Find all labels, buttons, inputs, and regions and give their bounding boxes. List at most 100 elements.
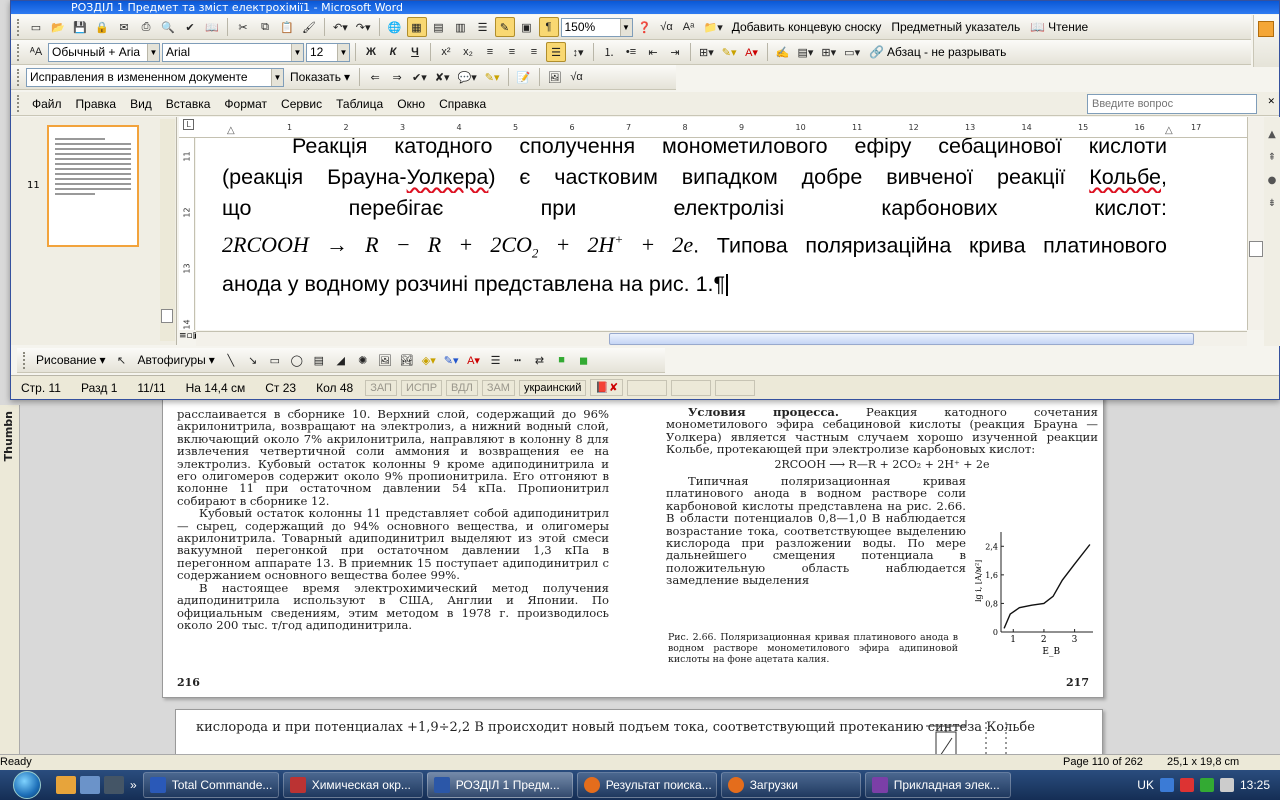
line-color-icon[interactable]: ✎▾ <box>441 350 462 370</box>
tray-network-icon[interactable] <box>1199 778 1214 792</box>
language-indicator[interactable]: украинский <box>518 379 587 396</box>
folder-icon[interactable]: 📁▾ <box>701 17 726 37</box>
zoom-select[interactable]: 150% ▼ <box>560 17 633 37</box>
start-button[interactable] <box>0 770 54 800</box>
open-icon[interactable]: 📂 <box>48 17 68 37</box>
accept-change-icon[interactable]: ✔▾ <box>409 67 430 87</box>
redo-icon[interactable]: ↷▾ <box>353 17 374 37</box>
add-endnote-button[interactable]: Добавить концевую сноску <box>728 20 886 34</box>
equation-editor-icon[interactable]: √α <box>567 67 587 87</box>
menu-table[interactable]: Таблица <box>330 95 389 113</box>
image-icon[interactable]: 🖼 <box>545 67 565 87</box>
drawing-menu-button[interactable]: Рисование ▾ <box>32 353 109 367</box>
document-vertical-scrollbar[interactable] <box>1247 117 1264 330</box>
dash-style-icon[interactable]: ┅ <box>508 350 528 370</box>
task-pdf-chemical[interactable]: Химическая окр... <box>282 772 423 798</box>
diagram-icon[interactable]: ✺ <box>353 350 373 370</box>
frame-icon[interactable]: ▭▾ <box>841 42 863 62</box>
menu-help[interactable]: Справка <box>433 95 492 113</box>
copy-icon[interactable]: ⧉ <box>255 17 275 37</box>
reject-change-icon[interactable]: ✘▾ <box>432 67 453 87</box>
office-icon[interactable] <box>1258 21 1274 37</box>
table-grid-icon[interactable]: ⊞▾ <box>818 42 839 62</box>
tables-borders-icon[interactable]: ▦ <box>406 17 427 37</box>
previous-page-icon[interactable]: ⇞ <box>1264 152 1280 163</box>
highlight-icon[interactable]: ✎▾ <box>719 42 740 62</box>
reading-button[interactable]: 📖 Чтение <box>1026 20 1092 34</box>
quicklaunch-more-icon[interactable]: » <box>130 778 137 792</box>
increase-indent-icon[interactable]: ⇥ <box>665 42 685 62</box>
insert-excel-icon[interactable]: ▥ <box>451 17 471 37</box>
align-center-icon[interactable]: ≡ <box>502 42 522 62</box>
superscript-a-icon[interactable]: Aᵃ <box>679 17 699 37</box>
italic-button[interactable]: К <box>383 42 403 62</box>
tray-app-icon[interactable] <box>1159 778 1174 792</box>
next-page-icon[interactable]: ⇟ <box>1264 198 1280 209</box>
title-bar[interactable]: РОЗДІЛ 1 Предмет та зміст електрохімії1 … <box>11 1 1279 14</box>
arrow-tool-icon[interactable]: ↘ <box>243 350 263 370</box>
task-applied-electrochem[interactable]: Прикладная элек... <box>864 772 1011 798</box>
align-left-icon[interactable]: ≡ <box>480 42 500 62</box>
print-icon[interactable]: ⎙ <box>136 17 156 37</box>
line-tool-icon[interactable]: ╲ <box>221 350 241 370</box>
styles-icon[interactable]: ᴬA <box>26 42 46 62</box>
print-preview-icon[interactable]: 🔍 <box>158 17 178 37</box>
3d-style-icon[interactable]: ◼ <box>574 350 594 370</box>
equation-icon[interactable]: √α <box>657 17 677 37</box>
thumbnails-scrollbar[interactable] <box>160 119 175 341</box>
thumbnails-tab[interactable]: Thumbn <box>0 405 20 760</box>
ask-question-input[interactable] <box>1087 94 1257 114</box>
keep-with-next-button[interactable]: 🔗 Абзац - не разрывать <box>865 45 1010 59</box>
indent-marker[interactable]: △ <box>227 125 235 136</box>
border-icon[interactable]: ⊞▾ <box>696 42 717 62</box>
oval-tool-icon[interactable]: ◯ <box>287 350 307 370</box>
right-indent-marker[interactable]: △ <box>1165 125 1173 136</box>
page-indicator[interactable]: Page 110 of 262 <box>1063 756 1143 768</box>
document-map-icon[interactable]: ▣ <box>517 17 537 37</box>
clip-art-icon[interactable]: 🖼 <box>375 350 395 370</box>
underline-button[interactable]: Ч <box>405 42 425 62</box>
task-downloads[interactable]: Загрузки <box>720 772 861 798</box>
cut-icon[interactable]: ✂ <box>233 17 253 37</box>
insert-picture-icon[interactable]: 🏞 <box>397 350 417 370</box>
permission-icon[interactable]: 🔒 <box>92 17 112 37</box>
previous-change-icon[interactable]: ⇐ <box>365 67 385 87</box>
horizontal-ruler[interactable]: L △ △ 1 2 3 4 5 6 7 8 9 10 11 12 13 14 15 16 17 <box>179 117 1247 138</box>
draw-font-color-icon[interactable]: A▾ <box>464 350 484 370</box>
arrow-style-icon[interactable]: ⇄ <box>530 350 550 370</box>
show-menu-button[interactable]: Показать ▾ <box>286 70 354 84</box>
extend-selection-indicator[interactable]: ВДЛ <box>446 379 478 396</box>
menu-file[interactable]: Файл <box>26 95 68 113</box>
select-objects-icon[interactable]: ↖ <box>111 350 131 370</box>
view-buttons[interactable]: ≡▫▣ <box>179 331 201 346</box>
tray-antivirus-icon[interactable] <box>1179 778 1194 792</box>
help-icon[interactable]: ❓ <box>635 17 655 37</box>
tab-selector-icon[interactable]: L <box>183 119 194 130</box>
scroll-up-icon[interactable]: ▲ <box>1264 129 1280 140</box>
new-document-icon[interactable]: ▭ <box>26 17 46 37</box>
highlight-review-icon[interactable]: ✎▾ <box>482 67 503 87</box>
decrease-indent-icon[interactable]: ⇤ <box>643 42 663 62</box>
tray-volume-icon[interactable] <box>1219 778 1234 792</box>
document-text[interactable]: Реакція катодного сполучення монометилов… <box>222 138 1167 300</box>
font-size-select[interactable]: 12 ▼ <box>306 42 350 62</box>
rectangle-tool-icon[interactable]: ▭ <box>265 350 285 370</box>
page-thumbnail[interactable] <box>47 125 139 247</box>
font-color-icon[interactable]: A▾ <box>742 42 762 62</box>
bold-button[interactable]: Ж <box>361 42 381 62</box>
task-firefox-search[interactable]: Результат поиска... <box>576 772 717 798</box>
close-doc-icon[interactable]: ✕ <box>1267 96 1275 107</box>
task-total-commander[interactable]: Total Commande... <box>142 772 279 798</box>
autoshapes-menu-button[interactable]: Автофигуры ▾ <box>133 353 218 367</box>
spelling-icon[interactable]: ✔ <box>180 17 200 37</box>
menu-edit[interactable]: Правка <box>70 95 123 113</box>
style-select[interactable]: Обычный + Aria ▼ <box>48 42 160 62</box>
display-for-review-select[interactable]: Исправления в измененном документе ▼ <box>26 67 284 87</box>
show-hide-icon[interactable]: ¶ <box>538 17 559 37</box>
align-right-icon[interactable]: ≡ <box>524 42 544 62</box>
menu-tools[interactable]: Сервис <box>275 95 328 113</box>
text-box-icon[interactable]: ▤ <box>309 350 329 370</box>
task-word-document[interactable]: РОЗДІЛ 1 Предм... <box>426 772 573 798</box>
superscript-icon[interactable]: x² <box>436 42 456 62</box>
email-icon[interactable]: ✉ <box>114 17 134 37</box>
